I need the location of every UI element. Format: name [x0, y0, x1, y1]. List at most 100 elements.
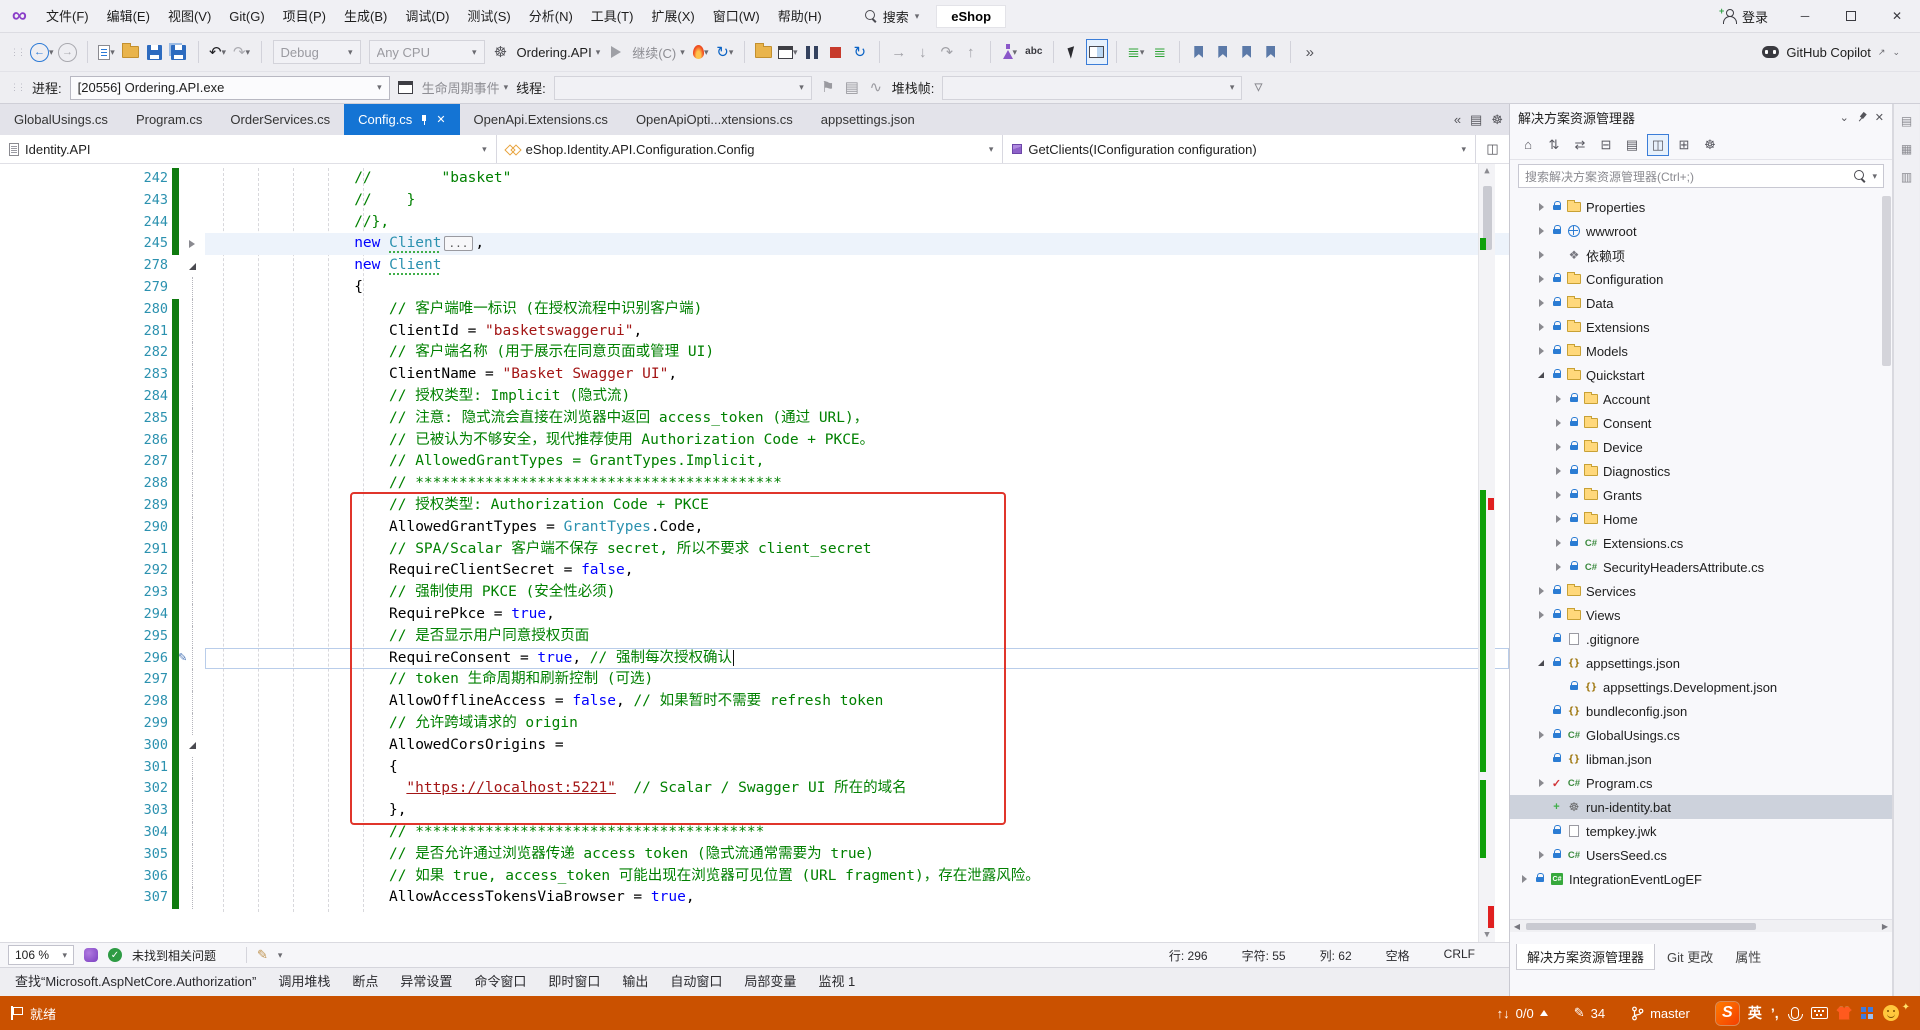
- lifecycle-icon[interactable]: [396, 76, 416, 100]
- bottom-tab[interactable]: 输出: [611, 968, 659, 996]
- breakpoint-margin[interactable]: [0, 604, 112, 626]
- menu-item[interactable]: 文件(F): [37, 1, 98, 32]
- fold-margin[interactable]: [179, 538, 205, 561]
- editor-line[interactable]: 288 // **********************************…: [0, 473, 1509, 495]
- editor-line[interactable]: 291 // SPA/Scalar 客户端不保存 secret, 所以不要求 cl…: [0, 538, 1509, 561]
- format-document-icon[interactable]: ≣: [1150, 40, 1170, 64]
- step-out-icon[interactable]: ↷: [937, 40, 957, 64]
- step-into-icon[interactable]: ↓: [913, 40, 933, 64]
- microphone-icon[interactable]: [1787, 1007, 1803, 1021]
- tree-item[interactable]: Quickstart: [1510, 363, 1892, 387]
- fold-margin[interactable]: [179, 887, 205, 910]
- fold-margin[interactable]: [179, 756, 205, 779]
- process-label[interactable]: 进程:: [32, 78, 62, 97]
- save-all-icon[interactable]: [169, 40, 189, 64]
- menu-item[interactable]: 生成(B): [335, 1, 396, 32]
- github-copilot-button[interactable]: GitHub Copilot ↗ ⌄: [1762, 45, 1914, 60]
- editor-line[interactable]: 283 ClientName = "Basket Swagger UI",: [0, 364, 1509, 386]
- fold-margin[interactable]: [179, 298, 205, 321]
- undo-icon[interactable]: ↶ ▾: [208, 40, 228, 64]
- flag-marker-icon[interactable]: ⚑: [818, 76, 838, 100]
- fold-margin[interactable]: [179, 691, 205, 713]
- expander[interactable]: [1535, 275, 1547, 283]
- bottom-tab[interactable]: 异常设置: [389, 968, 463, 996]
- browse-folder-icon[interactable]: [754, 40, 774, 64]
- breakpoint-margin[interactable]: [0, 517, 112, 539]
- expander[interactable]: [1518, 875, 1530, 883]
- add-item-icon[interactable]: ⊞: [1674, 135, 1694, 155]
- sync-with-active-document-icon[interactable]: ⇄: [1570, 135, 1590, 155]
- editor-line[interactable]: 297 // token 生命周期和刷新控制 (可选): [0, 669, 1509, 692]
- fold-margin[interactable]: [179, 669, 205, 692]
- continue-button[interactable]: 继续(C) ▾: [632, 43, 685, 62]
- sign-in-button[interactable]: + 登录: [1708, 6, 1782, 26]
- editor-line[interactable]: 299 // 允许跨域请求的 origin: [0, 712, 1509, 735]
- rename-abc-icon[interactable]: abc: [1024, 40, 1044, 64]
- editor-line[interactable]: 306 // 如果 true, access_token 可能出现在浏览器可见位置…: [0, 865, 1509, 888]
- new-file-icon[interactable]: ▾: [97, 40, 117, 64]
- breakpoint-margin[interactable]: [0, 255, 112, 277]
- rail-grid-icon[interactable]: ▦: [1901, 142, 1912, 156]
- emoji-icon[interactable]: [1882, 1005, 1899, 1021]
- split-pane-icon[interactable]: [1085, 39, 1108, 65]
- breakpoint-margin[interactable]: [0, 473, 112, 495]
- fold-margin[interactable]: [179, 800, 205, 822]
- fold-margin[interactable]: [179, 233, 205, 255]
- breakpoint-margin[interactable]: [0, 757, 112, 779]
- editor-vertical-scrollbar[interactable]: ▲ ▼: [1478, 164, 1495, 942]
- editor-line[interactable]: 294 RequirePkce = true,: [0, 603, 1509, 626]
- tree-item[interactable]: wwwroot: [1510, 219, 1892, 243]
- editor-line[interactable]: 307 AllowAccessTokensViaBrowser = true,: [0, 887, 1509, 910]
- minimize-button[interactable]: ─: [1782, 0, 1828, 33]
- rail-panel-icon[interactable]: ▥: [1901, 170, 1912, 184]
- nav-back-icon[interactable]: ← ▾: [30, 40, 54, 64]
- bottom-tab[interactable]: 即时窗口: [537, 968, 611, 996]
- editor-line[interactable]: 293 // 强制使用 PKCE (安全性必须): [0, 582, 1509, 604]
- breakpoint-margin[interactable]: [0, 495, 112, 517]
- eol-indicator[interactable]: CRLF: [1444, 947, 1475, 964]
- expander[interactable]: [1535, 587, 1547, 595]
- tree-item[interactable]: Consent: [1510, 411, 1892, 435]
- editor-line[interactable]: 280 // 客户端唯一标识 (在授权流程中识别客户端): [0, 298, 1509, 321]
- tree-item[interactable]: C# GlobalUsings.cs: [1510, 723, 1892, 747]
- bottom-tab[interactable]: 局部变量: [733, 968, 807, 996]
- open-file-icon[interactable]: [121, 40, 141, 64]
- stack-wave-icon[interactable]: ∿: [866, 76, 886, 100]
- redo-icon[interactable]: ↷ ▾: [232, 40, 252, 64]
- expander[interactable]: [1552, 563, 1564, 571]
- editor-line[interactable]: 287 // AllowedGrantTypes = GrantTypes.Imp…: [0, 451, 1509, 474]
- editor-line[interactable]: 278 new Client: [0, 255, 1509, 277]
- collapsed-region-box[interactable]: ...: [443, 235, 474, 251]
- fold-margin[interactable]: [179, 494, 205, 517]
- expander[interactable]: [1535, 660, 1547, 666]
- tab-globalusings-cs[interactable]: GlobalUsings.cs: [0, 104, 122, 135]
- fold-margin[interactable]: [179, 735, 205, 757]
- fold-margin[interactable]: [179, 429, 205, 452]
- copilot-chevron-icon[interactable]: ⌄: [1892, 47, 1900, 58]
- breakpoint-margin[interactable]: [0, 190, 112, 212]
- breakpoint-margin[interactable]: [0, 800, 112, 822]
- menu-item[interactable]: 窗口(W): [704, 1, 769, 32]
- fold-margin[interactable]: [179, 212, 205, 234]
- soft-keyboard-icon[interactable]: [1810, 1007, 1828, 1019]
- expander[interactable]: [1535, 851, 1547, 859]
- stack-view-icon[interactable]: ▤: [842, 76, 862, 100]
- spaces-indicator[interactable]: 空格: [1386, 947, 1410, 964]
- expander[interactable]: [1535, 611, 1547, 619]
- collapse-collapse-icon[interactable]: [188, 262, 196, 270]
- expander[interactable]: [1535, 731, 1547, 739]
- process-select[interactable]: [20556] Ordering.API.exe ▾: [69, 75, 390, 100]
- nav-forward-icon[interactable]: →: [58, 40, 78, 64]
- toolbar-overflow-icon[interactable]: »: [1300, 40, 1320, 64]
- scroll-left-icon[interactable]: ◀: [1510, 922, 1524, 931]
- fold-margin[interactable]: [179, 255, 205, 277]
- scroll-tabs-icon[interactable]: «: [1454, 112, 1461, 127]
- solution-name-badge[interactable]: eShop: [937, 5, 1006, 27]
- breadcrumb-method[interactable]: GetClients(IConfiguration configuration)…: [1003, 135, 1477, 163]
- git-sync-button[interactable]: ↑↓ 0/0: [1497, 1006, 1548, 1021]
- bookmark-icon[interactable]: [1189, 40, 1209, 64]
- fold-margin[interactable]: [179, 342, 205, 365]
- fold-margin[interactable]: [179, 843, 205, 866]
- expander[interactable]: [1535, 203, 1547, 211]
- tree-item[interactable]: + ☸ run-identity.bat: [1510, 795, 1892, 819]
